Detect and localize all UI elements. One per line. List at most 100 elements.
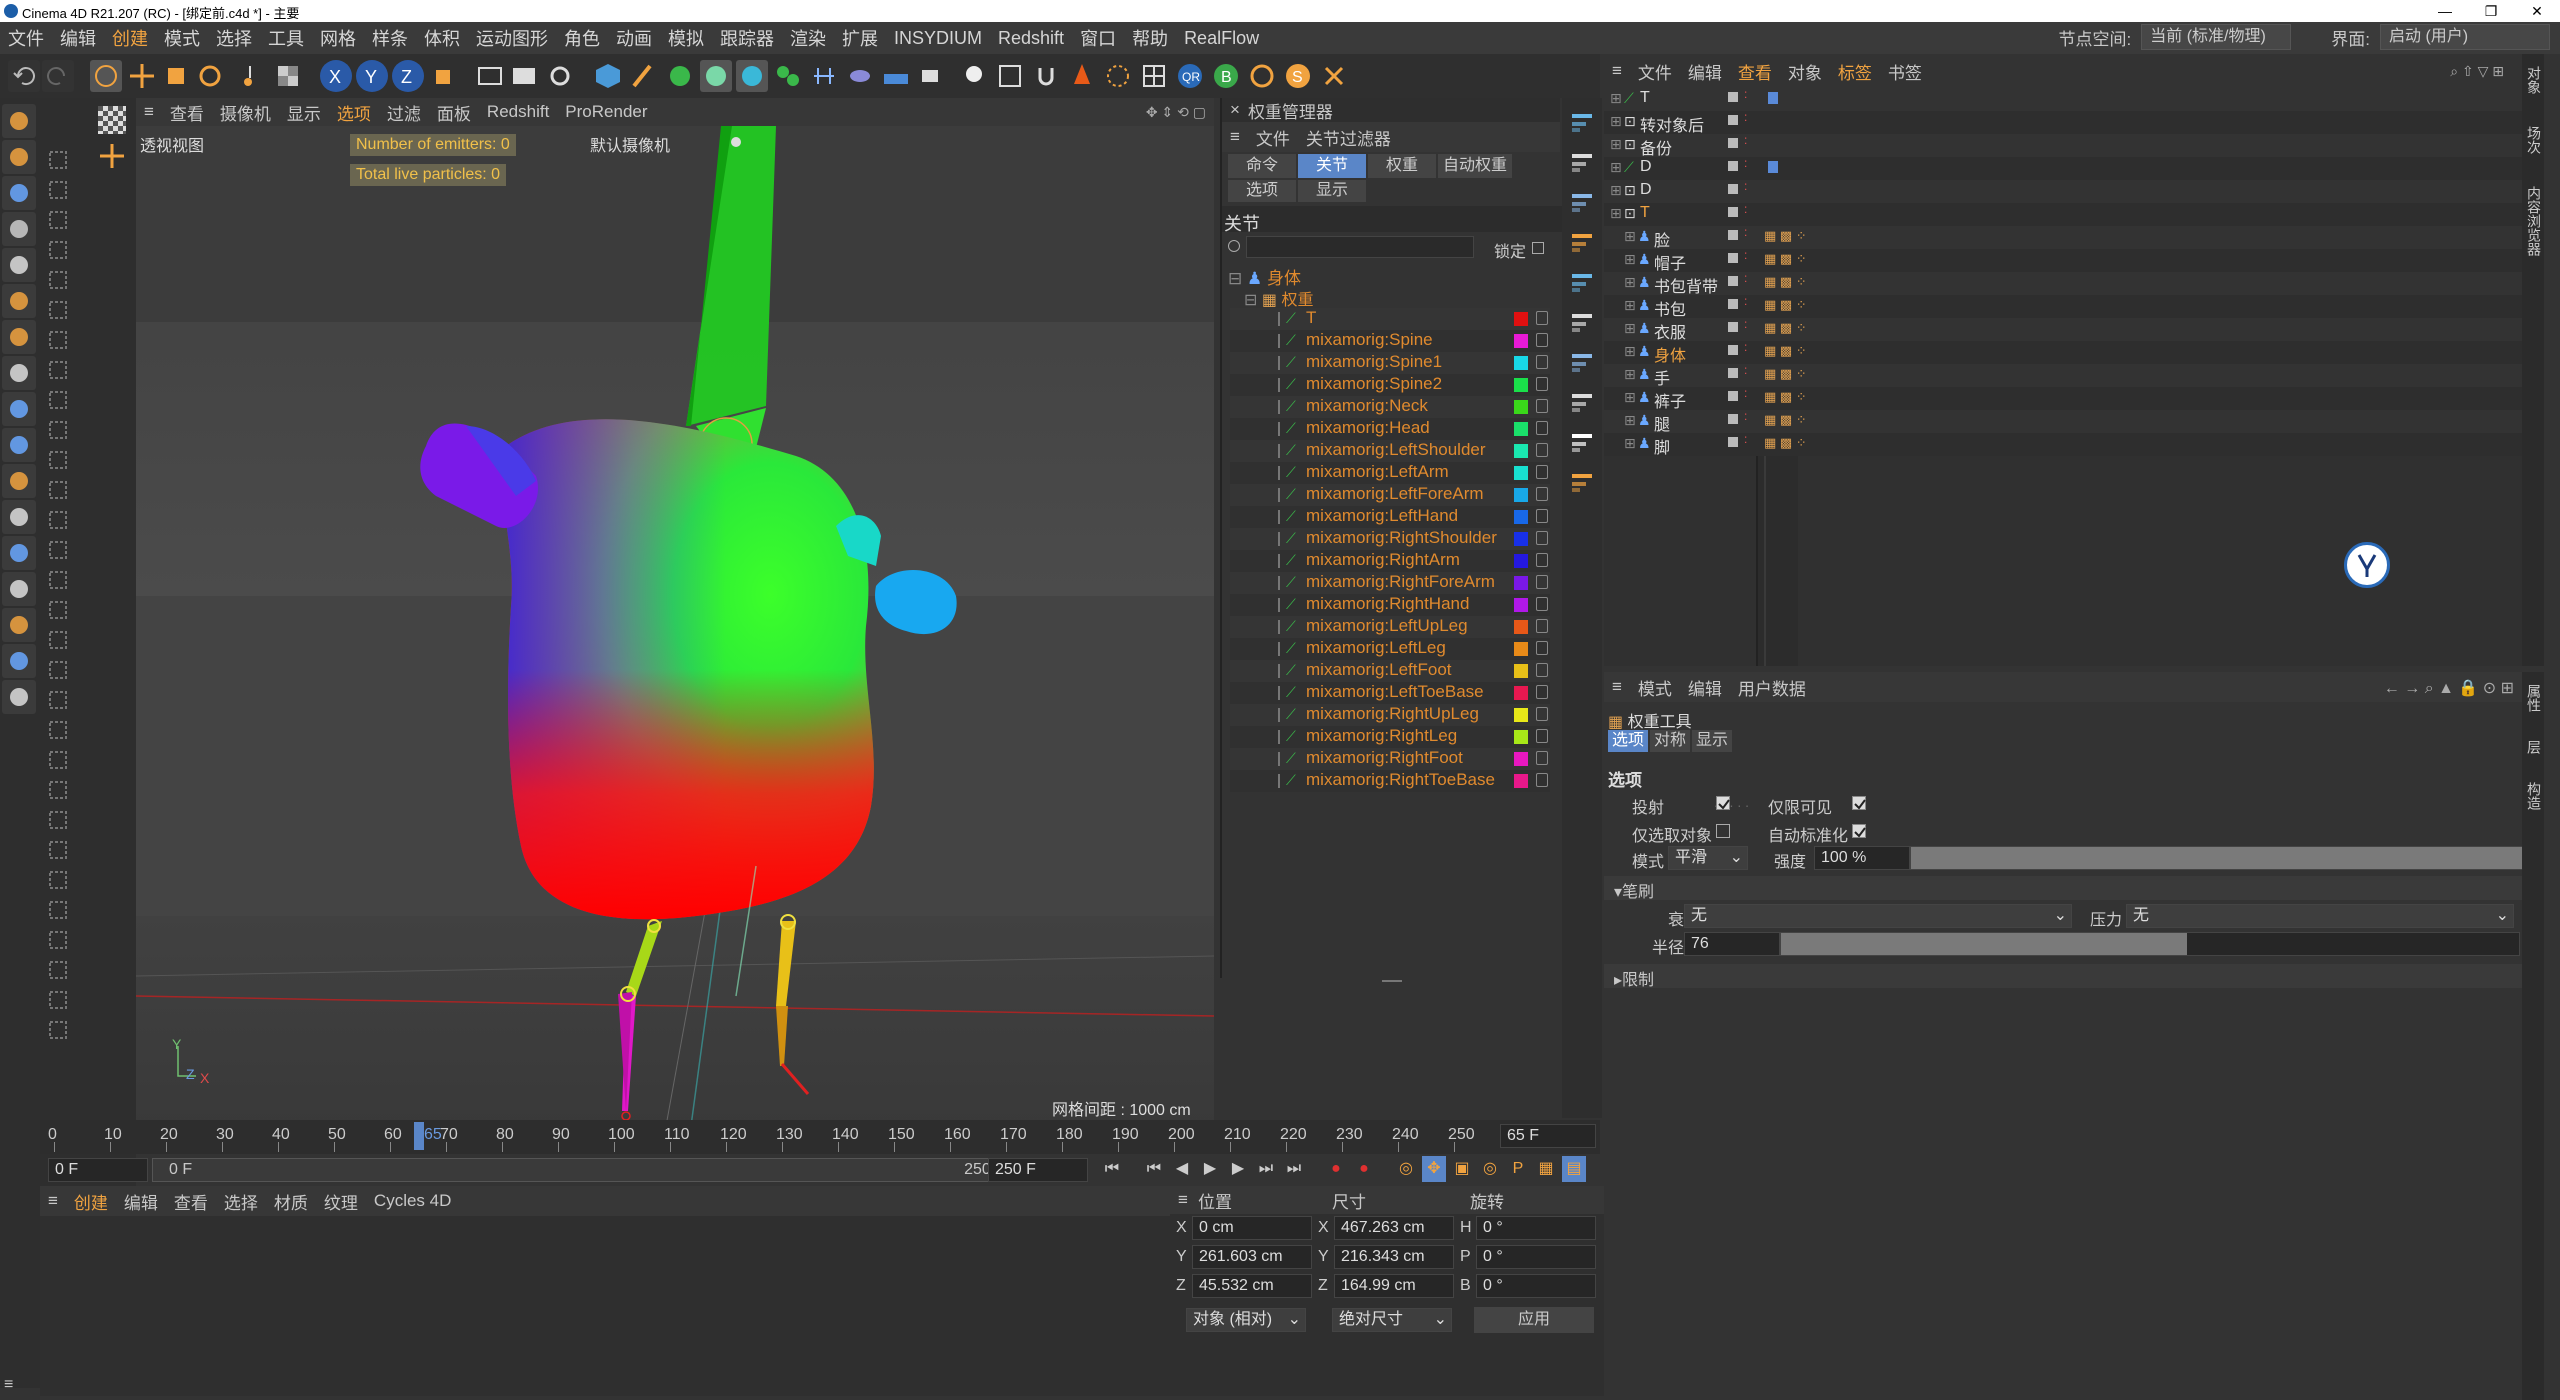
weight-tag-icon[interactable]: ▦ ▩ ⁘ bbox=[1764, 343, 1807, 359]
playback-control-icon-1[interactable]: ⏮ bbox=[1142, 1156, 1166, 1182]
joint-lock-icon[interactable] bbox=[1536, 333, 1548, 347]
camera-target-icon[interactable] bbox=[726, 132, 746, 152]
visible-only-checkbox[interactable] bbox=[1852, 796, 1866, 810]
left-tool2-icon-5[interactable] bbox=[44, 296, 72, 324]
floating-assistant-icon[interactable] bbox=[2344, 542, 2390, 588]
material-menu-item-0[interactable]: 创建 bbox=[66, 1189, 116, 1214]
joint-row[interactable]: ⟋ mixamorig:LeftArm bbox=[1230, 462, 1550, 484]
vstrip-tool-icon-9[interactable] bbox=[1568, 468, 1596, 496]
playback-control-icon-10[interactable]: ✥ bbox=[1422, 1156, 1446, 1182]
visibility-dots-icon[interactable]: : bbox=[1744, 203, 1747, 215]
menu-item-18[interactable]: 窗口 bbox=[1072, 25, 1124, 51]
expand-toggle-icon[interactable]: ⊞ bbox=[1624, 320, 1636, 337]
y-axis-icon[interactable]: Y bbox=[356, 60, 388, 92]
joint-color-swatch[interactable] bbox=[1514, 378, 1528, 392]
om-menu-item-2[interactable]: 查看 bbox=[1730, 59, 1780, 84]
vstrip-tool-icon-6[interactable] bbox=[1568, 348, 1596, 376]
joint-row[interactable]: ⟋ mixamorig:RightToeBase bbox=[1230, 770, 1550, 792]
grid-icon[interactable] bbox=[1138, 60, 1170, 92]
joint-color-swatch[interactable] bbox=[1514, 664, 1528, 678]
scale-tool-icon[interactable] bbox=[160, 60, 192, 92]
radius-slider[interactable] bbox=[1780, 932, 2520, 956]
left-tool2-icon-22[interactable] bbox=[44, 806, 72, 834]
joint-lock-icon[interactable] bbox=[1536, 773, 1548, 787]
left-move-icon[interactable] bbox=[98, 142, 126, 170]
visibility-toggle-icon[interactable] bbox=[1728, 414, 1738, 424]
object-manager-menu-icon[interactable]: ≡ bbox=[1604, 61, 1630, 81]
object-row[interactable]: ⊞ ♟ 书包背带: ▦ ▩ ⁘ bbox=[1604, 272, 2544, 296]
joint-color-swatch[interactable] bbox=[1514, 554, 1528, 568]
coordinate-system-icon[interactable] bbox=[428, 60, 460, 92]
clear-search-icon[interactable] bbox=[1228, 240, 1240, 252]
auto-normalize-checkbox[interactable] bbox=[1852, 824, 1866, 838]
generator-icon[interactable] bbox=[700, 60, 732, 92]
qr-icon[interactable]: QR bbox=[1174, 60, 1206, 92]
left-tool2-icon-9[interactable] bbox=[44, 416, 72, 444]
om-menu-item-5[interactable]: 书签 bbox=[1880, 59, 1930, 84]
ik-tag-icon[interactable] bbox=[1768, 161, 1778, 173]
joint-row[interactable]: ⟋ mixamorig:LeftLeg bbox=[1230, 638, 1550, 660]
timeline-ruler[interactable]: 65 F 0 10 20 30 40 50 60 70 80 90 100 110 120 130 140 1… bbox=[40, 1120, 1600, 1154]
left-tool-icon-8[interactable] bbox=[2, 392, 36, 426]
left-tool2-icon-14[interactable] bbox=[44, 566, 72, 594]
render-region-icon[interactable] bbox=[474, 60, 506, 92]
wm-menu-joint-filter[interactable]: 关节过滤器 bbox=[1298, 125, 1399, 150]
menu-item-17[interactable]: Redshift bbox=[990, 28, 1072, 49]
node-space-select[interactable]: 当前 (标准/物理) bbox=[2141, 24, 2292, 50]
minimize-button[interactable]: — bbox=[2422, 0, 2468, 22]
visibility-dots-icon[interactable]: : bbox=[1744, 295, 1747, 307]
expand-toggle-icon[interactable]: ⊞ bbox=[1624, 251, 1636, 268]
om-menu-item-0[interactable]: 文件 bbox=[1630, 59, 1680, 84]
emitter-icon[interactable] bbox=[1102, 60, 1134, 92]
subdivision-icon[interactable] bbox=[664, 60, 696, 92]
weight-manager-menu-icon[interactable]: ≡ bbox=[1222, 127, 1248, 147]
playback-control-icon-13[interactable]: P bbox=[1506, 1156, 1530, 1182]
left-tool2-icon-10[interactable] bbox=[44, 446, 72, 474]
viewport-menu-item-7[interactable]: ProRender bbox=[557, 102, 655, 122]
joint-lock-icon[interactable] bbox=[1536, 443, 1548, 457]
visibility-toggle-icon[interactable] bbox=[1728, 92, 1738, 102]
spline-icon[interactable] bbox=[844, 60, 876, 92]
playback-control-icon-14[interactable]: ▦ bbox=[1534, 1156, 1558, 1182]
menu-item-3[interactable]: 模式 bbox=[156, 25, 208, 51]
object-row[interactable]: ⊞ ⟋ D: bbox=[1604, 157, 2544, 180]
left-tool-icon-12[interactable] bbox=[2, 536, 36, 570]
joint-color-swatch[interactable] bbox=[1514, 598, 1528, 612]
visibility-dots-icon[interactable]: : bbox=[1744, 341, 1747, 353]
joint-row[interactable]: ⟋ mixamorig:LeftUpLeg bbox=[1230, 616, 1550, 638]
left-tool2-icon-23[interactable] bbox=[44, 836, 72, 864]
picture-viewer-icon[interactable] bbox=[994, 60, 1026, 92]
weight-tag-icon[interactable]: ▦ ▩ ⁘ bbox=[1764, 435, 1807, 451]
object-row[interactable]: ⊞ ⊡ D: bbox=[1604, 180, 2544, 203]
material-menu-item-6[interactable]: Cycles 4D bbox=[366, 1191, 459, 1211]
visibility-toggle-icon[interactable] bbox=[1728, 253, 1738, 263]
visibility-toggle-icon[interactable] bbox=[1728, 345, 1738, 355]
position-field[interactable]: 45.532 cm bbox=[1192, 1274, 1312, 1298]
visibility-dots-icon[interactable]: : bbox=[1744, 433, 1747, 445]
s-plugin-icon[interactable]: S bbox=[1282, 60, 1314, 92]
joint-lock-icon[interactable] bbox=[1536, 575, 1548, 589]
left-checker-icon[interactable] bbox=[98, 106, 126, 134]
size-mode-select[interactable]: 绝对尺寸 ⌄ bbox=[1332, 1308, 1452, 1332]
left-tool2-icon-2[interactable] bbox=[44, 206, 72, 234]
wm-tab-2[interactable]: 权重 bbox=[1368, 154, 1436, 178]
visibility-dots-icon[interactable]: : bbox=[1744, 180, 1747, 192]
joint-color-swatch[interactable] bbox=[1514, 444, 1528, 458]
cube-icon[interactable] bbox=[592, 60, 624, 92]
left-tool-icon-3[interactable] bbox=[2, 212, 36, 246]
om-side-tab-2[interactable]: 内容浏览器 bbox=[2522, 182, 2546, 260]
vstrip-tool-icon-7[interactable] bbox=[1568, 388, 1596, 416]
size-field[interactable]: 216.343 cm bbox=[1334, 1245, 1454, 1269]
menu-item-7[interactable]: 样条 bbox=[364, 25, 416, 51]
joint-color-swatch[interactable] bbox=[1514, 576, 1528, 590]
x-axis-icon[interactable]: X bbox=[320, 60, 352, 92]
weight-tag-icon[interactable]: ▦ ▩ ⁘ bbox=[1764, 297, 1807, 313]
left-tool-icon-11[interactable] bbox=[2, 500, 36, 534]
apply-button[interactable]: 应用 bbox=[1474, 1307, 1594, 1333]
object-row[interactable]: ⊞ ⊡ 转对象后: bbox=[1604, 111, 2544, 135]
joint-lock-icon[interactable] bbox=[1536, 399, 1548, 413]
wm-tab-3[interactable]: 自动权重 bbox=[1438, 154, 1512, 178]
viewport-menu-icon[interactable]: ≡ bbox=[136, 102, 162, 122]
joint-lock-icon[interactable] bbox=[1536, 421, 1548, 435]
left-tool2-icon-17[interactable] bbox=[44, 656, 72, 684]
